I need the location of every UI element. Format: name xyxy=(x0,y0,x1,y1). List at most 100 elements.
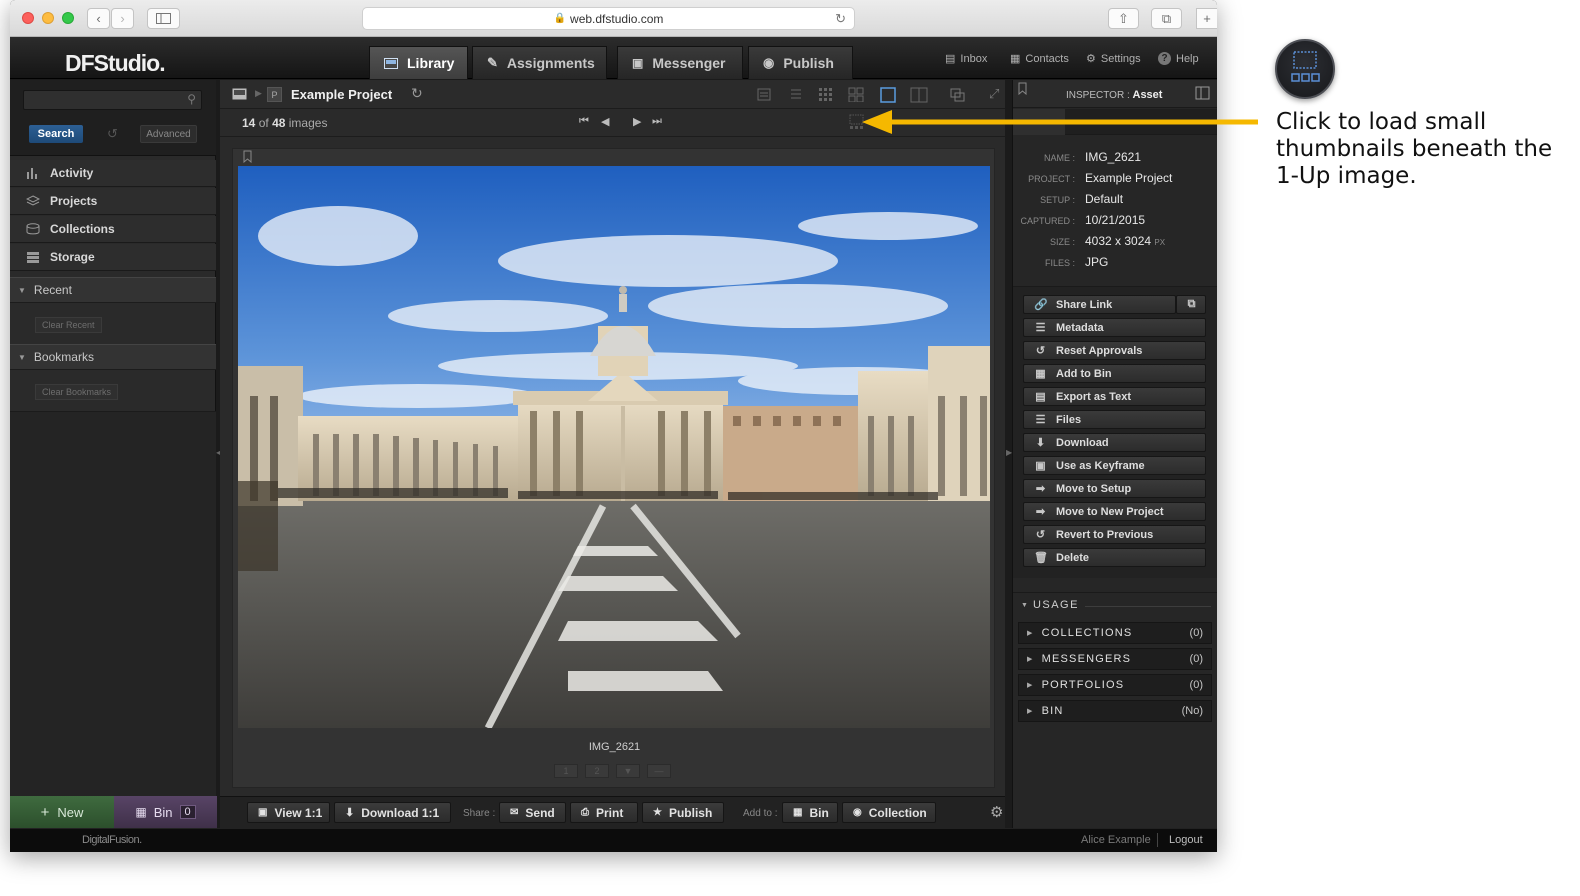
share-link-button[interactable]: 🔗 Share Link xyxy=(1023,295,1176,314)
help-link[interactable]: ? Help xyxy=(1158,52,1199,65)
reset-approvals-button[interactable]: ↺ Reset Approvals xyxy=(1023,341,1206,360)
copy-link-button[interactable]: ⧉ xyxy=(1176,295,1206,314)
image-counter: 14 of 48 images xyxy=(242,116,327,130)
sidebar-toggle-button[interactable] xyxy=(147,8,180,29)
first-image-icon[interactable]: ⏮ xyxy=(579,115,589,128)
export-as-text-button[interactable]: ▤ Export as Text xyxy=(1023,387,1206,406)
bookmarks-section-header[interactable]: ▼ Bookmarks xyxy=(10,344,216,370)
files-button[interactable]: ☰ Files xyxy=(1023,410,1206,429)
dock-panel-icon[interactable] xyxy=(1195,86,1210,100)
metadata-button[interactable]: ☰ Metadata xyxy=(1023,318,1206,337)
view-1-1-button[interactable]: ▣ View 1:1 xyxy=(247,802,330,823)
publish-button[interactable]: ★ Publish xyxy=(642,802,724,823)
usage-row-collections[interactable]: ▶ COLLECTIONS (0) xyxy=(1018,622,1212,644)
page-button-2[interactable]: 2 xyxy=(585,764,609,778)
zoom-window-button[interactable] xyxy=(62,12,74,24)
bin-icon: ▦ xyxy=(793,807,803,818)
bin-button[interactable]: ▦ Bin 0 xyxy=(114,796,217,828)
sidebar-item-activity[interactable]: Activity xyxy=(10,160,216,187)
move-to-new-project-button[interactable]: ➡ Move to New Project xyxy=(1023,502,1206,521)
one-up-viewer: IMG_2621 1 2 ▼ — xyxy=(232,148,995,788)
add-to-bin-action-button[interactable]: ▦ Add to Bin xyxy=(1023,364,1206,383)
usage-row-messengers[interactable]: ▶ MESSENGERS (0) xyxy=(1018,648,1212,670)
page-button-1[interactable]: 1 xyxy=(554,764,578,778)
list-view-icon[interactable] xyxy=(757,88,771,101)
small-grid-icon[interactable] xyxy=(818,87,834,102)
meta-key: SETUP : xyxy=(1040,195,1075,205)
share-nodes-icon: ★ xyxy=(653,807,662,818)
add-to-bin-button[interactable]: ▦ Bin xyxy=(782,802,838,823)
project-title[interactable]: Example Project xyxy=(291,87,392,102)
detail-list-icon[interactable] xyxy=(789,88,803,101)
clear-rating-button[interactable]: — xyxy=(647,764,671,778)
new-tab-button[interactable]: + xyxy=(1196,8,1217,29)
large-grid-icon[interactable] xyxy=(848,87,864,102)
advanced-search-button[interactable]: Advanced xyxy=(140,125,197,143)
revert-to-previous-button[interactable]: ↺ Revert to Previous xyxy=(1023,525,1206,544)
one-up-view-icon[interactable] xyxy=(880,87,896,103)
download-action-button[interactable]: ⬇ Download xyxy=(1023,433,1206,452)
reload-icon[interactable]: ↻ xyxy=(835,11,846,27)
sidebar-item-storage[interactable]: Storage xyxy=(10,244,216,271)
compare-view-icon[interactable] xyxy=(910,87,928,103)
bookmark-icon[interactable] xyxy=(243,150,252,163)
inspector-panel: INSPECTOR : Asset NAME : IMG_2621 PROJEC… xyxy=(1012,80,1217,828)
reset-search-icon[interactable]: ↺ xyxy=(107,126,118,142)
inbox-link[interactable]: ▤ Inbox xyxy=(945,52,987,66)
recent-section-header[interactable]: ▼ Recent xyxy=(10,277,216,303)
tab-publish[interactable]: ◉ Publish xyxy=(748,46,853,79)
meta-value-captured: 10/21/2015 xyxy=(1085,213,1146,227)
gear-icon[interactable]: ⚙ xyxy=(990,803,1003,821)
download-1-1-button[interactable]: ⬇ Download 1:1 xyxy=(334,802,451,823)
meta-value-setup: Default xyxy=(1085,192,1124,206)
contacts-link[interactable]: ▦ Contacts xyxy=(1010,52,1069,66)
back-button[interactable]: ‹ xyxy=(87,8,110,29)
asset-metadata: NAME : IMG_2621 PROJECT : Example Projec… xyxy=(1013,136,1217,284)
sidebar-item-collections[interactable]: Collections xyxy=(10,216,216,243)
overlay-view-icon[interactable] xyxy=(950,88,965,102)
share-button[interactable]: ⇧ xyxy=(1108,8,1139,29)
usage-row-portfolios[interactable]: ▶ PORTFOLIOS (0) xyxy=(1018,674,1212,696)
triangle-right-icon: ▶ xyxy=(1027,656,1034,663)
thumbnail-strip-callout-icon xyxy=(1275,39,1335,99)
search-button[interactable]: Search xyxy=(29,125,83,143)
move-to-setup-button[interactable]: ➡ Move to Setup xyxy=(1023,479,1206,498)
clear-bookmarks-button[interactable]: Clear Bookmarks xyxy=(35,384,119,400)
last-image-icon[interactable]: ⏭ xyxy=(652,115,662,128)
search-input[interactable]: ⚲ xyxy=(23,90,202,110)
address-bar[interactable]: 🔒 web.dfstudio.com ↻ xyxy=(362,7,855,30)
view-mode-icon[interactable] xyxy=(232,88,247,100)
collapse-inspector-handle[interactable]: ▶ xyxy=(1006,448,1012,462)
send-button[interactable]: ✉ Send xyxy=(499,802,566,823)
meta-value-size: 4032 x 3024 PX xyxy=(1085,234,1166,248)
main-photo[interactable] xyxy=(238,166,990,728)
previous-image-icon[interactable]: ◀ xyxy=(601,115,609,128)
sidebar-item-projects[interactable]: Projects xyxy=(10,188,216,215)
next-image-icon[interactable]: ▶ xyxy=(633,115,641,128)
clear-recent-button[interactable]: Clear Recent xyxy=(35,317,102,333)
triangle-right-icon: ▶ xyxy=(1027,630,1034,637)
close-window-button[interactable] xyxy=(22,12,34,24)
logout-link[interactable]: Logout xyxy=(1169,834,1203,846)
reject-button[interactable]: ▼ xyxy=(616,764,640,778)
fullscreen-icon[interactable]: ⤢ xyxy=(989,86,999,102)
minimize-window-button[interactable] xyxy=(42,12,54,24)
envelope-icon: ✉ xyxy=(510,807,519,818)
refresh-icon[interactable]: ↻ xyxy=(411,85,423,102)
bookmark-icon[interactable] xyxy=(1018,82,1027,95)
bin-icon: ▦ xyxy=(135,805,147,819)
usage-row-bin[interactable]: ▶ BIN (No) xyxy=(1018,700,1212,722)
use-as-keyframe-button[interactable]: ▣ Use as Keyframe xyxy=(1023,456,1206,475)
new-button[interactable]: + New xyxy=(10,796,114,828)
tabs-button[interactable]: ⧉ xyxy=(1151,8,1182,29)
print-button[interactable]: ⎙ Print xyxy=(570,802,638,823)
add-to-collection-button[interactable]: ◉ Collection xyxy=(842,802,936,823)
arrow-head xyxy=(862,110,892,134)
settings-link[interactable]: ⚙ Settings xyxy=(1086,52,1141,66)
tab-library[interactable]: Library xyxy=(369,46,468,79)
tab-assignments[interactable]: ✎ Assignments xyxy=(472,46,607,79)
usage-header[interactable]: ▼ USAGE xyxy=(1021,599,1079,611)
delete-button[interactable]: 🗑 Delete xyxy=(1023,548,1206,567)
tab-messenger[interactable]: ▣ Messenger xyxy=(617,46,743,79)
forward-button[interactable]: › xyxy=(111,8,134,29)
